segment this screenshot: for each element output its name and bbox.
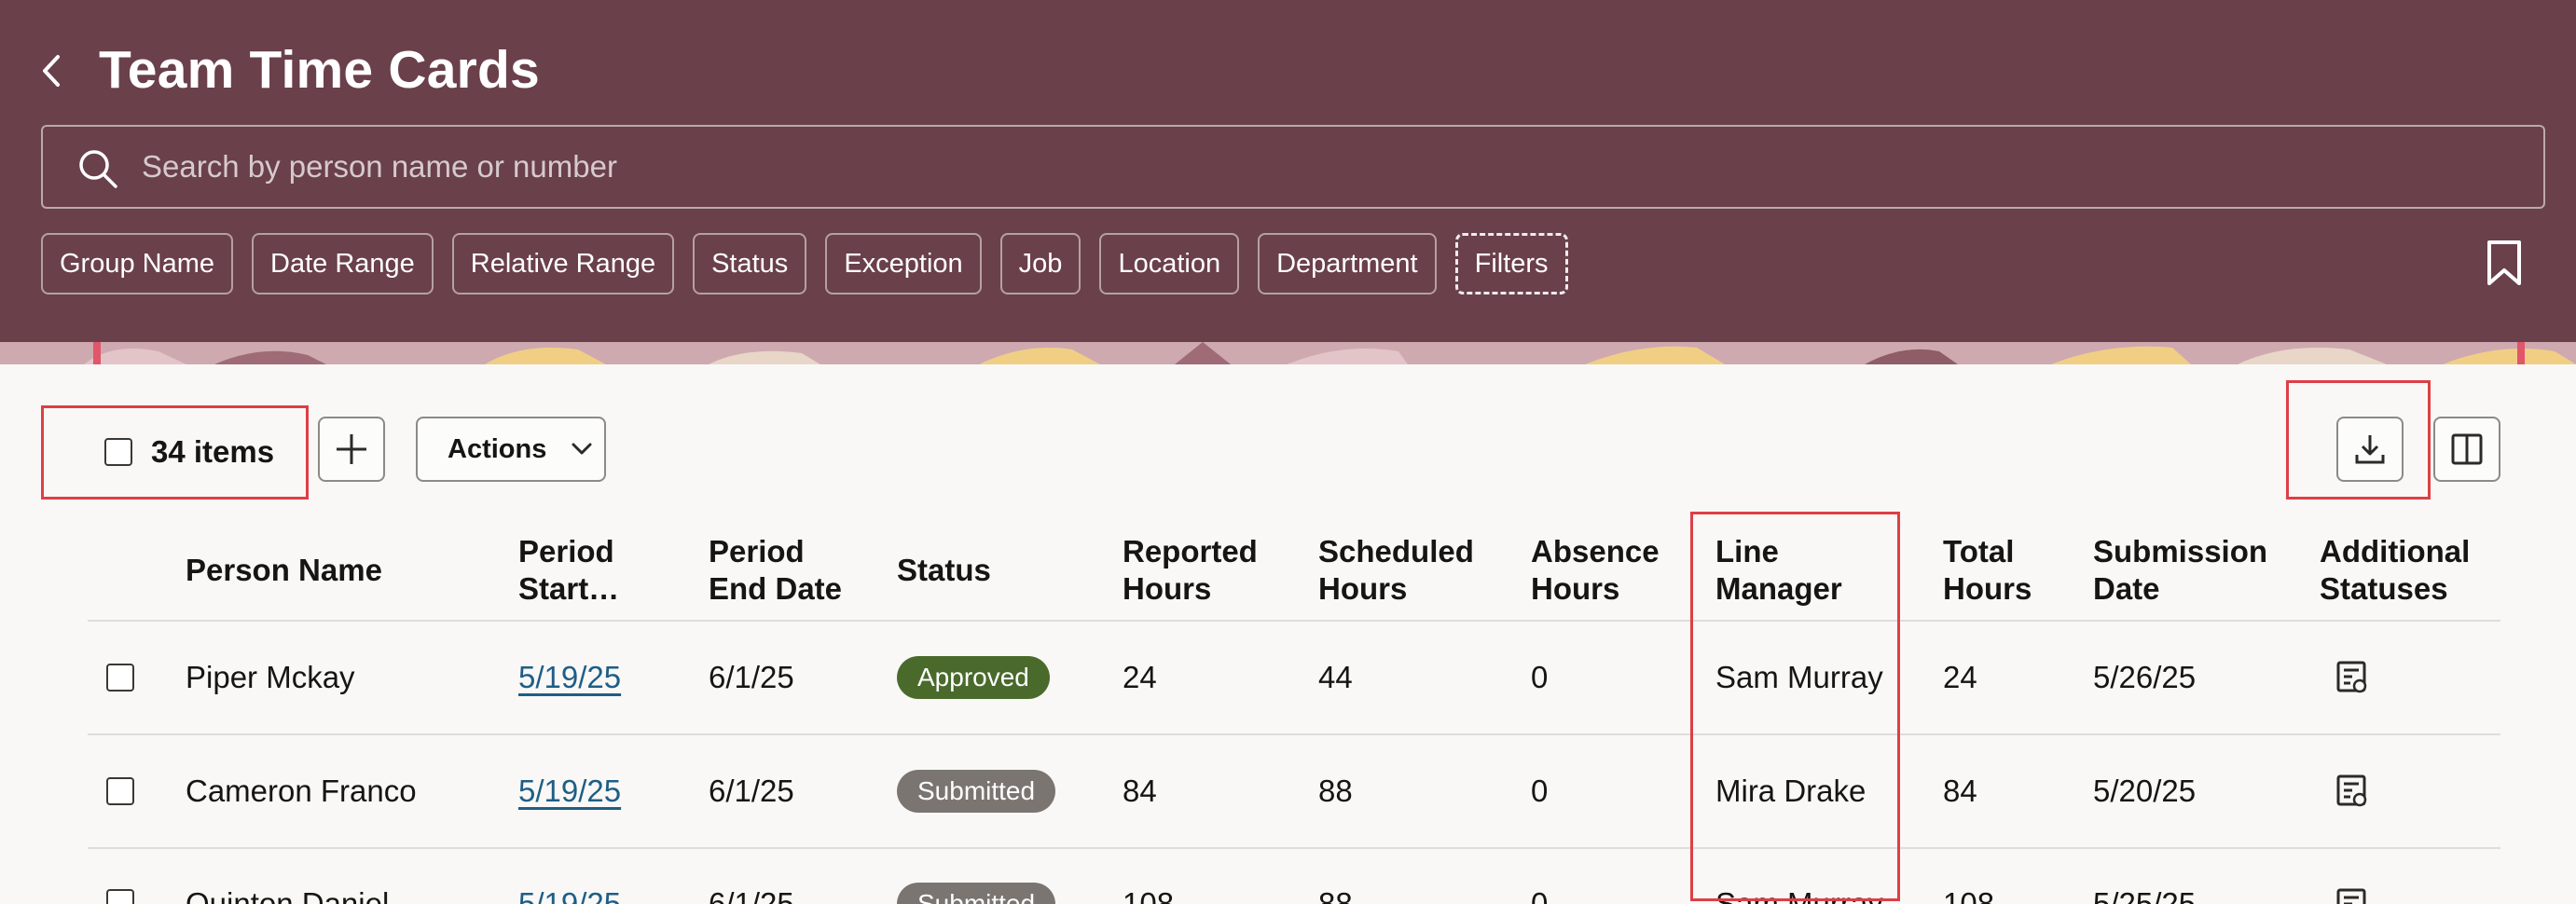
- row-divider: [88, 733, 2500, 735]
- chip-filters[interactable]: Filters: [1454, 233, 1568, 294]
- reported-hours: 24: [1123, 660, 1157, 694]
- select-all[interactable]: 34 items: [104, 434, 274, 470]
- reported-hours: 108: [1123, 886, 1175, 904]
- search-bar[interactable]: [41, 125, 2545, 209]
- line-manager: Mira Drake: [1715, 774, 1867, 808]
- column-header-additional-statuses[interactable]: Additional Statuses: [2320, 533, 2506, 608]
- submission-date: 5/20/25: [2093, 774, 2197, 808]
- person-name: Cameron Franco: [186, 774, 417, 808]
- banner-pattern-icon: [0, 342, 2576, 364]
- chip-date-range[interactable]: Date Range: [252, 233, 434, 294]
- decorative-banner: [0, 342, 2576, 364]
- chip-status[interactable]: Status: [693, 233, 807, 294]
- search-icon: [79, 150, 117, 188]
- period-start-link[interactable]: 5/19/25: [518, 659, 621, 696]
- chevron-down-icon: [572, 443, 592, 455]
- chip-group-name[interactable]: Group Name: [41, 233, 234, 294]
- column-header-period-end-date[interactable]: Period End Date: [709, 533, 848, 608]
- select-all-checkbox[interactable]: [104, 438, 132, 466]
- scheduled-hours: 88: [1318, 774, 1353, 808]
- total-hours: 24: [1943, 660, 1977, 694]
- status-badge: Submitted: [897, 770, 1056, 813]
- chip-department[interactable]: Department: [1258, 233, 1437, 294]
- status-details-icon[interactable]: [2335, 774, 2369, 809]
- column-header-line-manager[interactable]: Line Manager: [1715, 533, 1855, 608]
- add-button[interactable]: [318, 417, 385, 482]
- person-name: Quinton Daniel: [186, 886, 390, 904]
- total-hours: 84: [1943, 774, 1977, 808]
- row-checkbox[interactable]: [106, 664, 134, 692]
- status-badge: Approved: [897, 656, 1050, 699]
- chip-job[interactable]: Job: [999, 233, 1081, 294]
- chevron-left-icon: [43, 55, 60, 87]
- row-divider: [88, 620, 2500, 622]
- chip-exception[interactable]: Exception: [825, 233, 982, 294]
- status-details-icon[interactable]: [2335, 660, 2369, 695]
- column-header-absence-hours[interactable]: Absence Hours: [1531, 533, 1671, 608]
- line-manager: Sam Murray: [1715, 660, 1883, 694]
- person-name: Piper Mckay: [186, 660, 355, 694]
- period-start-link[interactable]: 5/19/25: [518, 885, 621, 904]
- period-end-date: 6/1/25: [709, 660, 794, 694]
- total-hours: 108: [1943, 886, 1995, 904]
- back-button[interactable]: [35, 52, 67, 89]
- column-header-period-start[interactable]: Period Start…: [518, 533, 658, 608]
- submission-date: 5/26/25: [2093, 660, 2197, 694]
- column-header-person-name[interactable]: Person Name: [186, 552, 382, 589]
- search-input[interactable]: [142, 127, 2525, 207]
- actions-button[interactable]: Actions: [416, 417, 606, 482]
- download-button[interactable]: [2336, 417, 2404, 482]
- row-checkbox[interactable]: [106, 777, 134, 805]
- row-divider: [88, 847, 2500, 849]
- column-header-status[interactable]: Status: [897, 552, 991, 589]
- download-icon: [2355, 435, 2385, 464]
- column-header-total-hours[interactable]: Total Hours: [1943, 533, 2046, 608]
- line-manager: Sam Murray: [1715, 886, 1883, 904]
- row-checkbox[interactable]: [106, 889, 134, 904]
- columns-icon: [2451, 433, 2483, 465]
- period-start-link[interactable]: 5/19/25: [518, 773, 621, 810]
- scheduled-hours: 88: [1318, 886, 1353, 904]
- absence-hours: 0: [1531, 886, 1549, 904]
- period-end-date: 6/1/25: [709, 886, 794, 904]
- period-end-date: 6/1/25: [709, 774, 794, 808]
- status-badge: Submitted: [897, 883, 1056, 904]
- columns-button[interactable]: [2433, 417, 2500, 482]
- plus-icon: [337, 434, 366, 464]
- filter-chips: Group Name Date Range Relative Range Sta…: [41, 233, 1568, 294]
- bookmark-icon[interactable]: [2484, 239, 2525, 287]
- items-count: 34 items: [151, 434, 275, 469]
- chip-location[interactable]: Location: [1099, 233, 1240, 294]
- absence-hours: 0: [1531, 660, 1549, 694]
- chip-relative-range[interactable]: Relative Range: [451, 233, 675, 294]
- page-title: Team Time Cards: [99, 40, 540, 100]
- reported-hours: 84: [1123, 774, 1157, 808]
- status-details-icon[interactable]: [2335, 887, 2369, 904]
- column-header-scheduled-hours[interactable]: Scheduled Hours: [1318, 533, 1477, 608]
- scheduled-hours: 44: [1318, 660, 1353, 694]
- column-header-reported-hours[interactable]: Reported Hours: [1123, 533, 1272, 608]
- column-header-submission-date[interactable]: Submission Date: [2093, 533, 2280, 608]
- submission-date: 5/25/25: [2093, 886, 2197, 904]
- actions-label: Actions: [448, 433, 547, 464]
- page-header: Team Time Cards Group Name Date Range Re…: [0, 0, 2576, 342]
- absence-hours: 0: [1531, 774, 1549, 808]
